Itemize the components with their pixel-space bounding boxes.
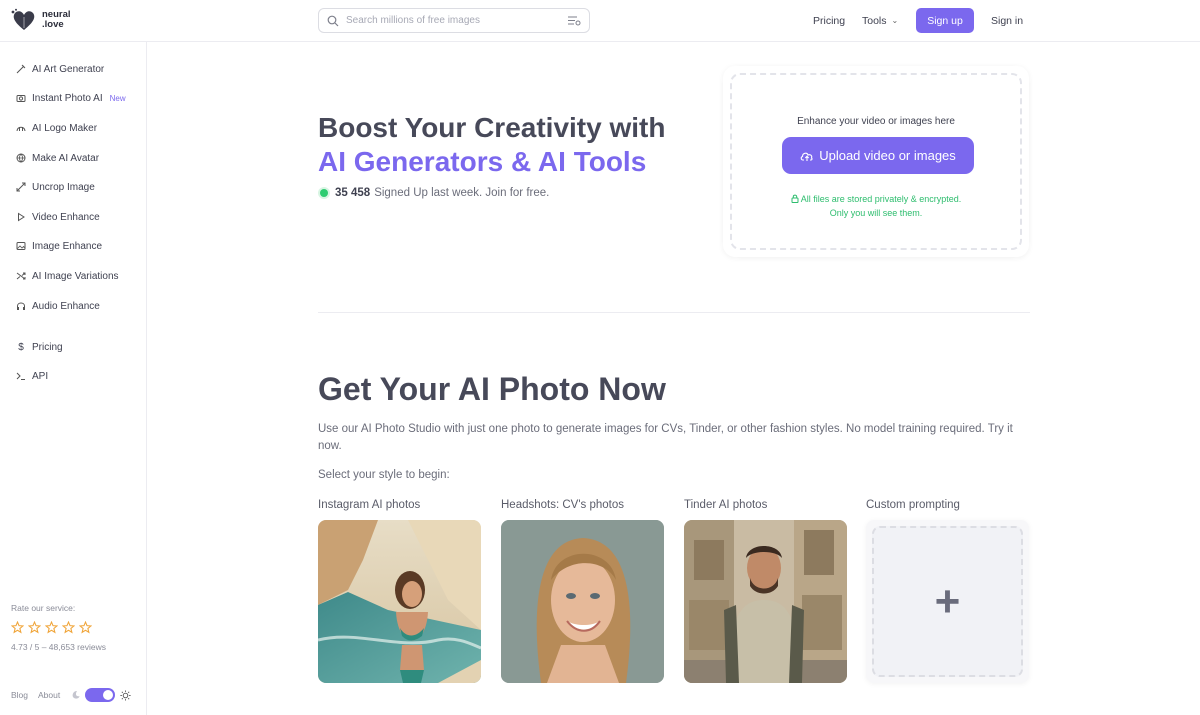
instagram-style-card[interactable] (318, 520, 481, 683)
upload-dropzone[interactable]: Enhance your video or images here Upload… (730, 73, 1022, 250)
sidebar-item-video-enhance[interactable]: Video Enhance (16, 208, 100, 226)
signup-count: 35 458 (335, 187, 371, 199)
top-header: neural .love Search millions of free ima… (0, 0, 1200, 42)
rate-label: Rate our service: (11, 603, 76, 613)
toggle-knob (103, 690, 114, 700)
cloud-upload-icon (800, 152, 813, 161)
select-style-prompt: Select your style to begin: (318, 469, 450, 481)
custom-dropzone: + (872, 526, 1023, 677)
plus-icon: + (934, 576, 961, 626)
search-icon (327, 15, 339, 26)
sidebar-footer: Blog About (11, 688, 131, 702)
search-input[interactable]: Search millions of free images (318, 8, 590, 33)
sidebar: AI Art Generator Instant Photo AI New AI… (0, 42, 147, 715)
sidebar-item-label: Image Enhance (32, 240, 103, 252)
sidebar-item-image-enhance[interactable]: Image Enhance (16, 237, 102, 255)
theme-toggle[interactable] (85, 688, 116, 702)
upload-button-label: Upload video or images (819, 148, 956, 163)
sidebar-item-label: AI Logo Maker (32, 122, 98, 134)
upload-card: Enhance your video or images here Upload… (723, 66, 1029, 257)
play-icon (16, 212, 26, 222)
upload-button[interactable]: Upload video or images (782, 137, 974, 174)
privacy-note-line2: Only you will see them. (829, 208, 923, 218)
sign-up-button[interactable]: Sign up (916, 8, 974, 33)
rating-stars[interactable] (11, 621, 92, 634)
chevron-down-icon: ⌄ (891, 16, 899, 25)
privacy-note: All files are stored privately & encrypt… (732, 192, 1020, 220)
sidebar-item-audio-enhance[interactable]: Audio Enhance (16, 297, 100, 315)
sidebar-item-label: Video Enhance (32, 211, 100, 223)
sidebar-item-label: Uncrop Image (32, 181, 95, 193)
camera-icon (16, 93, 26, 103)
sun-icon (120, 689, 131, 701)
sidebar-item-ai-art-generator[interactable]: AI Art Generator (16, 60, 104, 78)
sidebar-item-label: Make AI Avatar (32, 152, 100, 164)
sidebar-item-label: Instant Photo AI (32, 92, 103, 104)
star-icon[interactable] (79, 621, 92, 634)
card-label-instagram: Instagram AI photos (318, 499, 421, 511)
brush-icon (16, 64, 26, 74)
card-label-custom: Custom prompting (866, 499, 960, 511)
headshots-style-card[interactable] (501, 520, 664, 683)
heart-logo-icon (11, 8, 35, 30)
card-label-headshots: Headshots: CV's photos (501, 499, 625, 511)
star-icon[interactable] (62, 621, 75, 634)
tinder-photo (684, 520, 847, 683)
headphones-icon (16, 301, 26, 311)
star-icon[interactable] (11, 621, 24, 634)
sign-in-link[interactable]: Sign in (991, 8, 1023, 33)
sidebar-item-instant-photo-ai[interactable]: Instant Photo AI New (16, 89, 126, 107)
headshot-photo (501, 520, 664, 683)
sidebar-item-label: Pricing (32, 341, 63, 353)
nav-tools-label: Tools (862, 14, 887, 27)
photo-section-description: Use our AI Photo Studio with just one ph… (318, 423, 1013, 452)
photo-section-title: Get Your AI Photo Now (318, 371, 666, 407)
live-dot-icon (320, 189, 328, 197)
globe-icon (16, 153, 26, 163)
sidebar-item-api[interactable]: API (16, 367, 48, 385)
about-link[interactable]: About (38, 690, 60, 700)
filter-icon[interactable] (568, 15, 581, 26)
upload-label: Enhance your video or images here (797, 116, 955, 127)
expand-icon (16, 182, 26, 192)
sidebar-item-label: AI Art Generator (32, 63, 105, 75)
sidebar-item-make-ai-avatar[interactable]: Make AI Avatar (16, 149, 99, 167)
sidebar-item-label: AI Image Variations (32, 270, 119, 282)
signup-stat: 35 458 Signed Up last week. Join for fre… (318, 187, 549, 199)
sidebar-item-pricing[interactable]: $ Pricing (16, 338, 63, 356)
rating-summary: 4.73 / 5 – 48,653 reviews (11, 642, 106, 652)
sidebar-item-ai-logo-maker[interactable]: AI Logo Maker (16, 119, 97, 137)
custom-prompting-card[interactable]: + (866, 520, 1029, 683)
section-divider (318, 312, 1030, 313)
logo-text-line2: .love (42, 19, 64, 30)
star-icon[interactable] (28, 621, 41, 634)
logo-text: neural .love (42, 10, 71, 30)
dollar-icon: $ (18, 341, 24, 353)
shuffle-icon (16, 271, 26, 281)
image-icon (16, 241, 26, 251)
moon-icon (72, 691, 80, 699)
signup-text: Signed Up last week. Join for free. (374, 187, 550, 199)
nav-pricing-link[interactable]: Pricing (813, 8, 845, 33)
terminal-icon (16, 371, 26, 381)
sidebar-item-ai-image-variations[interactable]: AI Image Variations (16, 267, 119, 285)
hero-title-line2: AI Generators & AI Tools (318, 146, 647, 177)
sidebar-item-label: API (32, 370, 49, 382)
nav-tools-menu[interactable]: Tools ⌄ (862, 8, 898, 33)
card-label-tinder: Tinder AI photos (684, 499, 768, 511)
hero-title-line1: Boost Your Creativity with (318, 112, 666, 143)
logo[interactable]: neural .love (10, 8, 71, 32)
star-icon[interactable] (45, 621, 58, 634)
blog-link[interactable]: Blog (11, 690, 28, 700)
hero-title: Boost Your Creativity with AI Generators… (318, 111, 665, 179)
logo-icon (16, 123, 26, 133)
new-badge: New (109, 93, 126, 103)
sidebar-item-label: Audio Enhance (32, 300, 100, 312)
privacy-note-line1: All files are stored privately & encrypt… (800, 194, 962, 204)
lock-icon (791, 194, 799, 203)
sidebar-item-uncrop-image[interactable]: Uncrop Image (16, 178, 95, 196)
tinder-style-card[interactable] (684, 520, 847, 683)
beach-photo (318, 520, 481, 683)
search-placeholder: Search millions of free images (346, 15, 480, 26)
